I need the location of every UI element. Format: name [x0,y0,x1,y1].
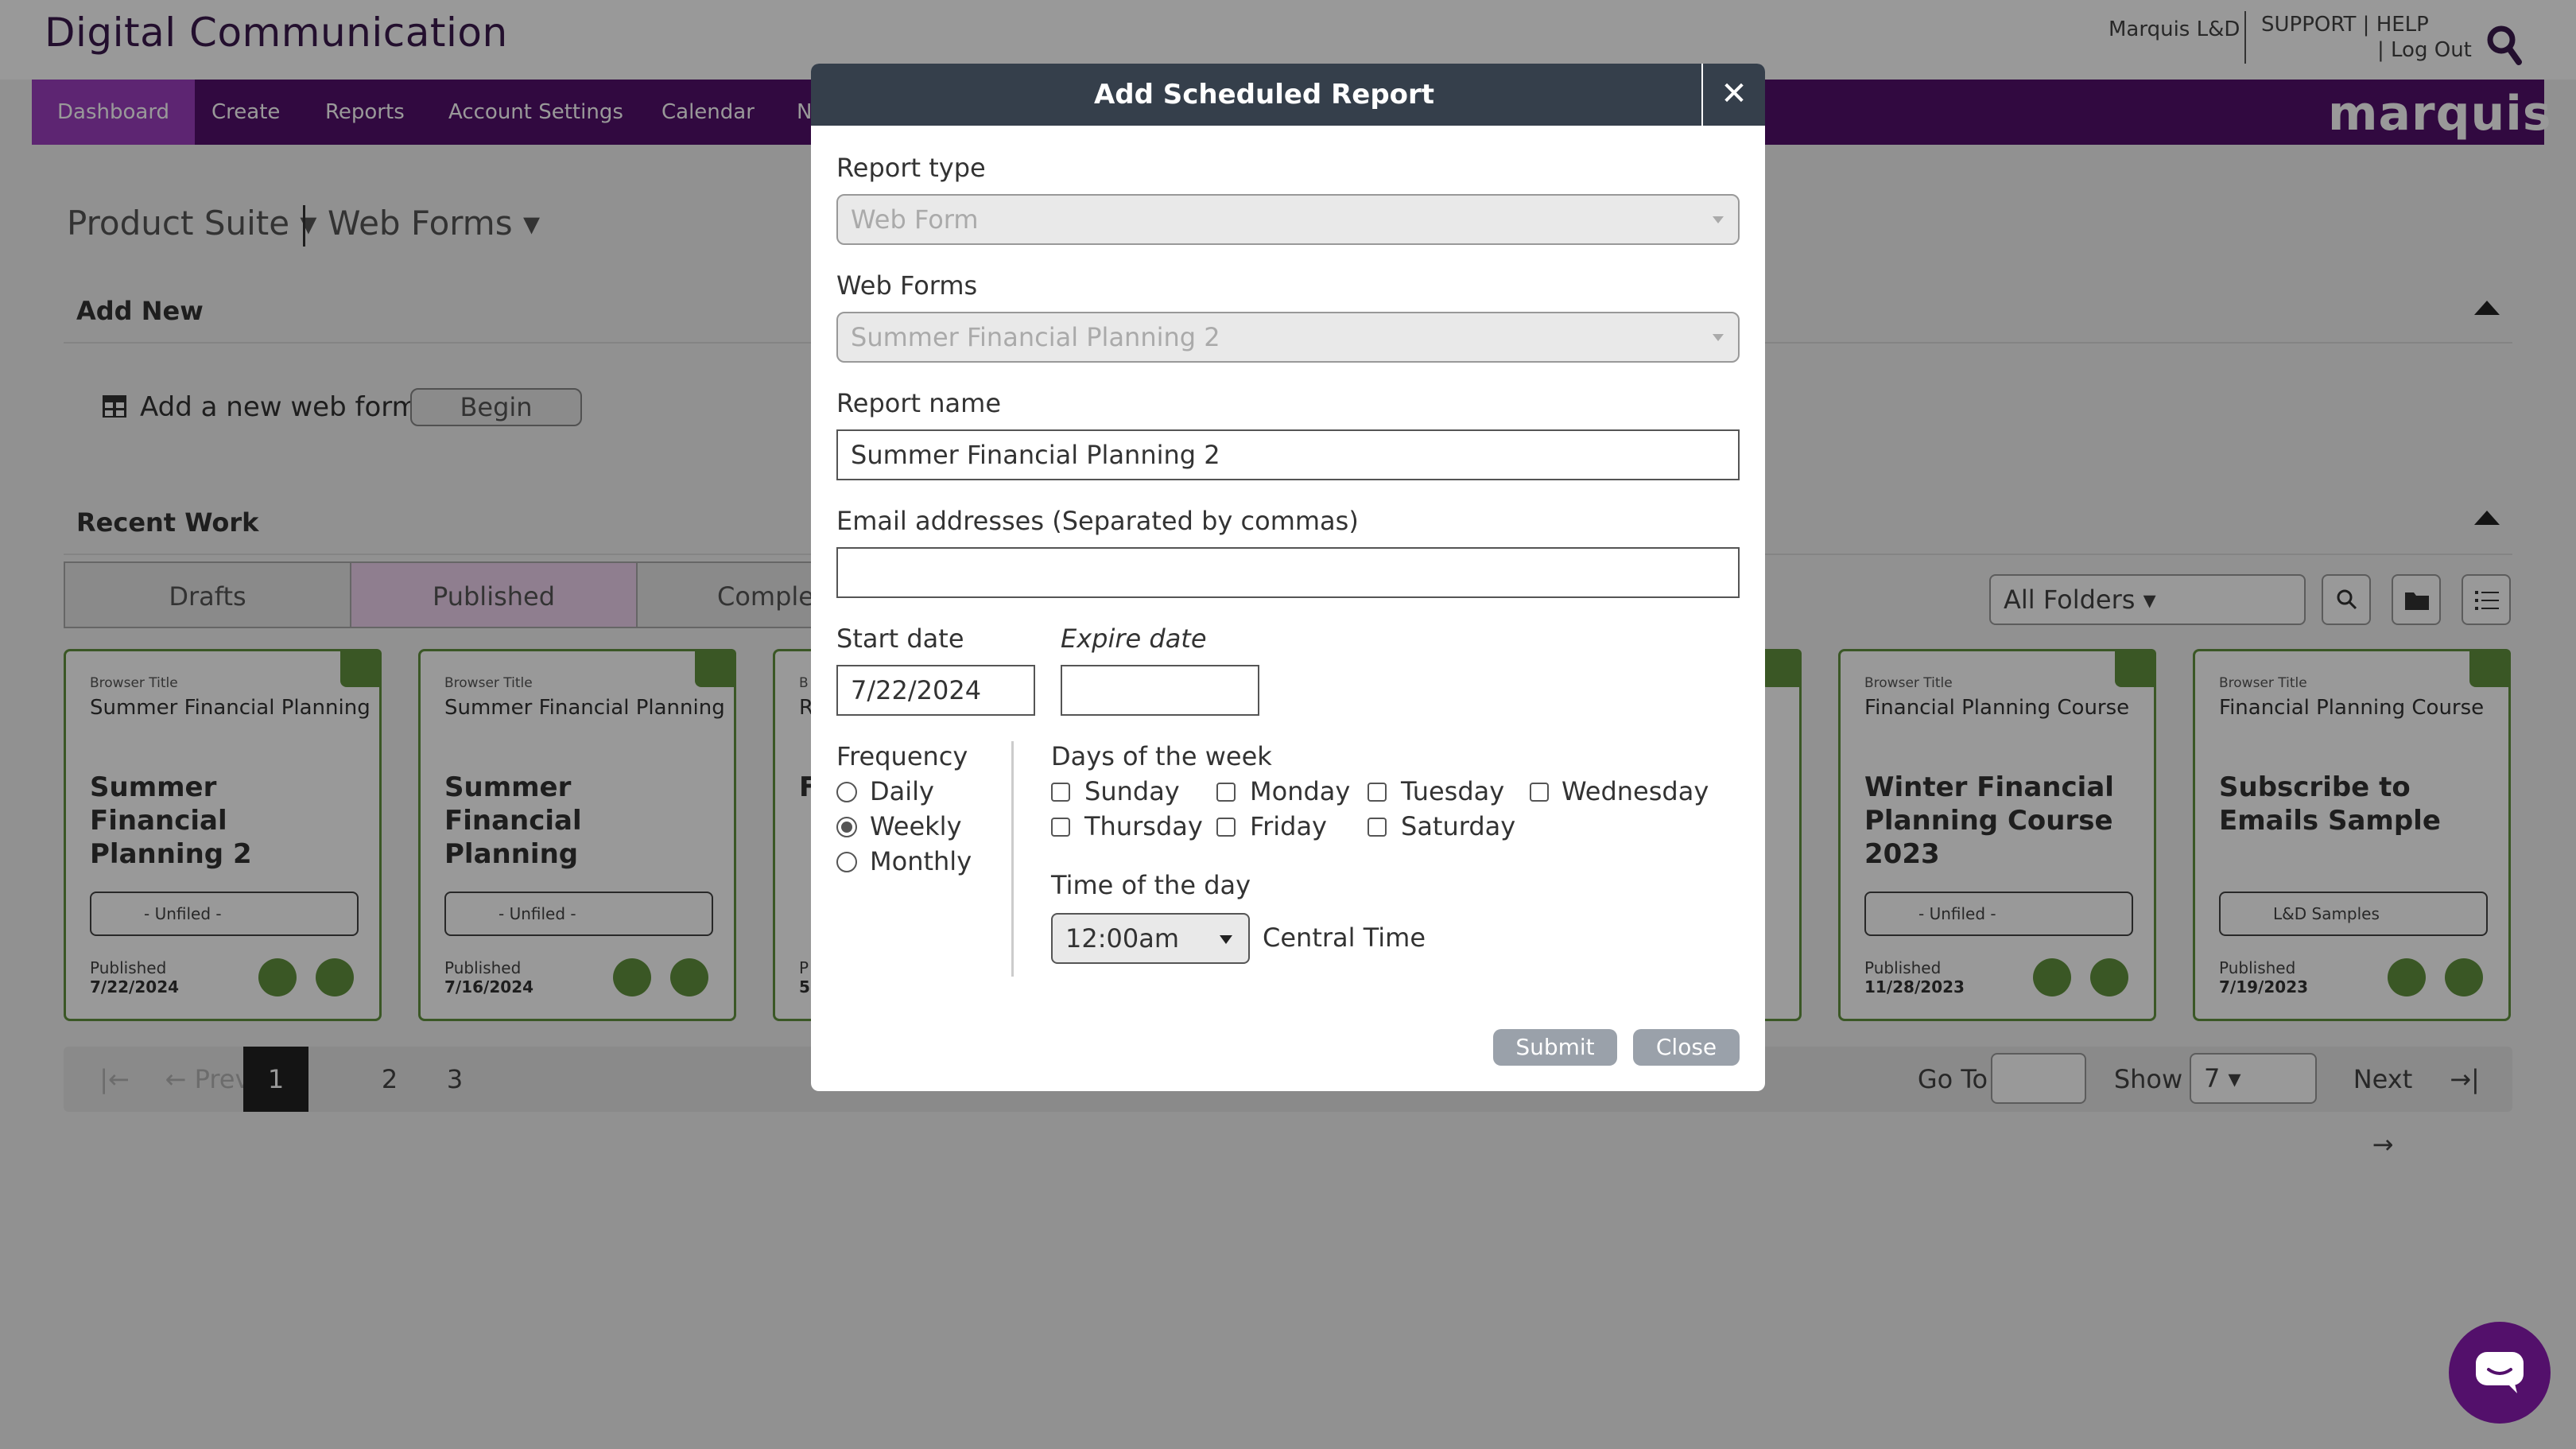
sunday-label: Sunday [1084,776,1180,806]
add-scheduled-report-dialog: Add Scheduled Report ✕ Report type Web F… [811,64,1765,1091]
monday-label: Monday [1250,776,1351,806]
start-date-label: Start date [836,623,964,654]
report-type-select[interactable]: Web Form [836,194,1740,245]
wednesday-checkbox[interactable] [1530,783,1549,802]
wednesday-label: Wednesday [1562,776,1709,806]
frequency-weekly-label: Weekly [870,811,962,841]
sunday-checkbox[interactable] [1051,783,1070,802]
report-type-value: Web Form [851,204,979,235]
close-button[interactable]: Close [1633,1029,1740,1066]
email-addresses-input[interactable] [836,547,1740,598]
saturday-label: Saturday [1401,811,1516,841]
frequency-daily-radio[interactable] [836,782,857,802]
frequency-monthly-radio[interactable] [836,852,857,872]
friday-label: Friday [1250,811,1327,841]
thursday-label: Thursday [1084,811,1203,841]
chevron-down-icon [1713,216,1724,223]
submit-button[interactable]: Submit [1493,1029,1617,1066]
friday-checkbox[interactable] [1216,818,1236,837]
frequency-label: Frequency [836,741,968,771]
chevron-down-icon [1220,935,1232,944]
time-of-day-value: 12:00am [1065,923,1179,954]
email-addresses-label: Email addresses (Separated by commas) [836,506,1359,536]
chat-icon [2476,1352,2524,1393]
monday-checkbox[interactable] [1216,783,1236,802]
frequency-divider [1011,741,1014,977]
tuesday-label: Tuesday [1401,776,1505,806]
days-of-week-label: Days of the week [1051,741,1272,771]
start-date-input[interactable]: 7/22/2024 [836,665,1035,716]
chat-button[interactable] [2449,1322,2551,1424]
time-of-day-select[interactable]: 12:00am [1051,913,1250,964]
report-type-label: Report type [836,153,986,183]
time-of-day-label: Time of the day [1051,870,1251,900]
frequency-weekly-radio[interactable] [836,817,857,837]
report-name-input[interactable]: Summer Financial Planning 2 [836,429,1740,480]
expire-date-label: Expire date [1061,623,1207,654]
thursday-checkbox[interactable] [1051,818,1070,837]
timezone-label: Central Time [1263,923,1426,953]
frequency-daily-label: Daily [870,776,934,806]
saturday-checkbox[interactable] [1368,818,1387,837]
page: Digital Communication Marquis L&D SUPPOR… [0,0,2576,1449]
web-forms-label: Web Forms [836,270,978,301]
tuesday-checkbox[interactable] [1368,783,1387,802]
web-forms-select[interactable]: Summer Financial Planning 2 [836,312,1740,363]
report-name-label: Report name [836,388,1001,418]
frequency-monthly-label: Monthly [870,846,972,876]
chevron-down-icon [1713,334,1724,341]
close-icon[interactable]: ✕ [1701,64,1765,126]
expire-date-input[interactable] [1061,665,1259,716]
dialog-title: Add Scheduled Report [1093,79,1435,111]
web-forms-value: Summer Financial Planning 2 [851,322,1220,352]
dialog-header: Add Scheduled Report ✕ [811,64,1765,126]
